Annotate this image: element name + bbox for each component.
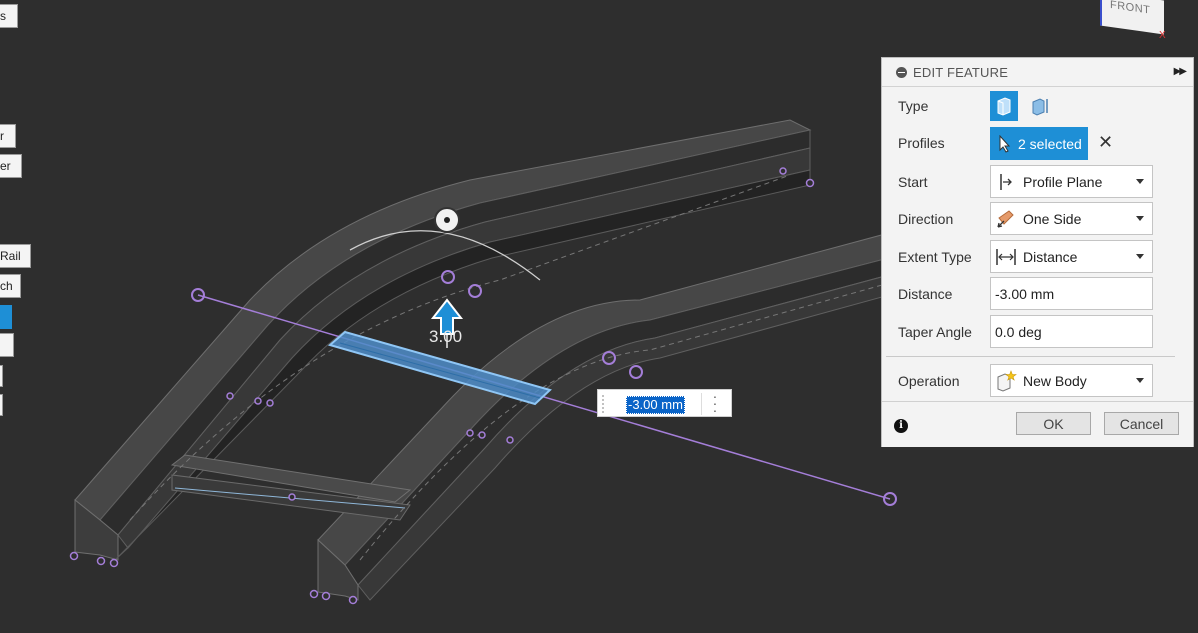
cross-member [170, 454, 412, 521]
type-solid-button[interactable] [990, 91, 1018, 121]
viewcube-face-label: FRONT [1110, 0, 1151, 17]
label-profiles: Profiles [898, 135, 945, 151]
left-tool-button-3[interactable]: er [0, 154, 22, 178]
thin-extrude-icon [1032, 98, 1048, 116]
left-tool-button-2[interactable]: r [0, 124, 16, 148]
label-taper-angle: Taper Angle [898, 323, 972, 340]
label-operation: Operation [898, 372, 960, 389]
type-thin-button[interactable] [1026, 91, 1054, 121]
panel-title: EDIT FEATURE [913, 64, 1009, 80]
ok-button[interactable]: OK [1016, 412, 1091, 435]
label-distance: Distance [898, 285, 953, 302]
distance-input-popup[interactable]: -3.00 mm · · · [597, 389, 732, 417]
distance-input-value[interactable]: -3.00 mm [626, 396, 685, 414]
profiles-select-button[interactable]: 2 selected [990, 127, 1088, 160]
expand-panel-icon[interactable]: ▶▶ [1174, 66, 1187, 77]
left-tool-button-active[interactable] [0, 305, 12, 329]
divider [886, 356, 1175, 357]
clear-selection-icon[interactable]: ✕ [1098, 132, 1113, 153]
profiles-value: 2 selected [1018, 135, 1082, 152]
cursor-arrow-icon [999, 134, 1011, 153]
row-profiles: Profiles 2 selected ✕ [882, 126, 1193, 160]
left-tool-button-1[interactable]: s [0, 4, 18, 28]
info-icon[interactable]: i [894, 419, 908, 433]
left-tool-button-rail[interactable]: Rail [0, 244, 31, 268]
label-start: Start [898, 173, 928, 190]
label-extent-type: Extent Type [898, 248, 972, 265]
panel-footer: i OK Cancel [882, 401, 1193, 447]
left-tool-button-7[interactable] [0, 333, 14, 357]
label-type: Type [898, 98, 929, 114]
cancel-button[interactable]: Cancel [1104, 412, 1179, 435]
viewcube-axis-label: X [1159, 30, 1166, 41]
panel-header[interactable]: EDIT FEATURE ▶▶ [882, 58, 1193, 87]
dimension-label: 3.00 [429, 327, 463, 346]
row-type: Type [882, 89, 1193, 123]
collapse-icon[interactable] [896, 66, 907, 78]
more-options-icon[interactable]: · · · [711, 389, 719, 417]
drag-grip-icon[interactable] [601, 394, 605, 414]
left-tool-button-9[interactable] [0, 394, 3, 416]
solid-body-icon [997, 97, 1011, 116]
left-tool-button-ch[interactable]: ch [0, 274, 21, 298]
edit-feature-panel: EDIT FEATURE ▶▶ Type Profiles 2 selected [881, 57, 1194, 447]
left-tool-button-8[interactable] [0, 365, 3, 387]
label-direction: Direction [898, 210, 954, 227]
